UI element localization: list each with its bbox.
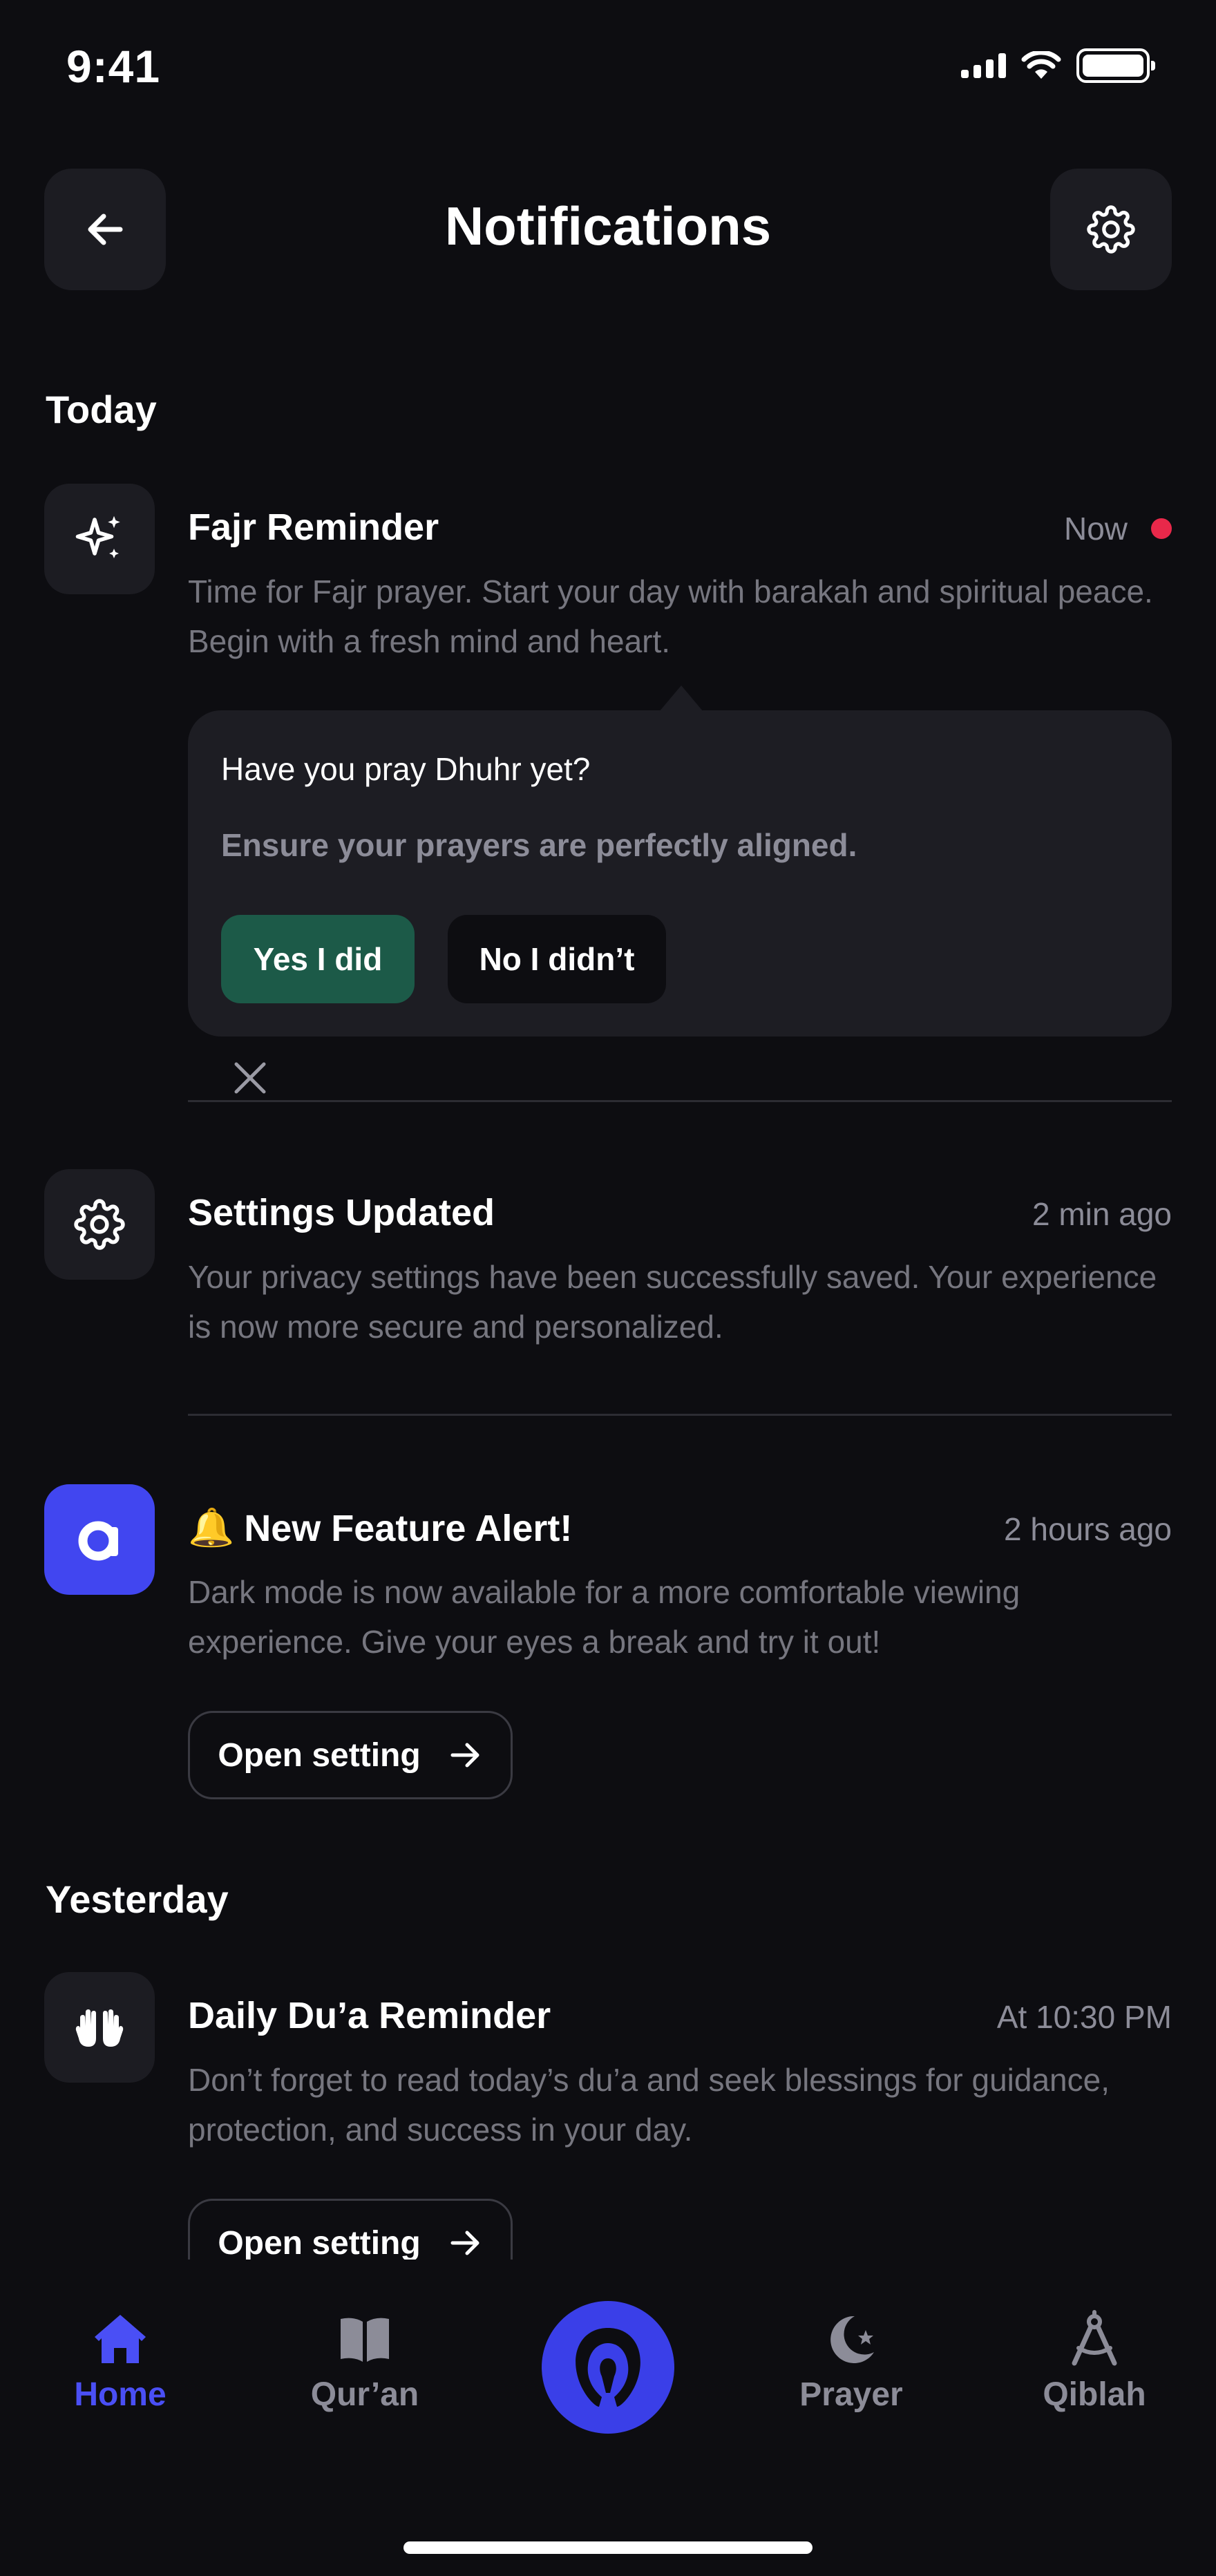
notification-time: Now xyxy=(1063,511,1128,547)
popup-question: Have you pray Dhuhr yet? xyxy=(221,751,591,787)
yes-i-did-button[interactable]: Yes I did xyxy=(221,915,415,1003)
notification-settings-updated[interactable]: Settings Updated 2 min ago Your privacy … xyxy=(44,1169,1172,1363)
tab-label: Qiblah xyxy=(1043,2376,1146,2413)
tab-label: Home xyxy=(74,2376,167,2413)
tab-label: Prayer xyxy=(799,2376,903,2413)
status-bar: 9:41 xyxy=(0,0,1216,131)
notification-daily-dua-reminder[interactable]: Daily Du’a Reminder At 10:30 PM Don’t fo… xyxy=(44,1972,1172,2287)
cellular-signal-icon xyxy=(961,53,1006,78)
settings-button[interactable] xyxy=(1050,169,1172,290)
tab-label: Qur’an xyxy=(310,2376,419,2413)
gear-icon xyxy=(1087,205,1135,254)
unread-indicator-dot xyxy=(1151,518,1172,539)
notification-icon-box xyxy=(44,1972,155,2083)
divider xyxy=(188,1100,1172,1102)
bottom-tab-bar: Home Qur’an Prayer Qiblah xyxy=(0,2260,1216,2576)
tab-quran[interactable]: Qur’an xyxy=(289,2309,441,2414)
section-label-yesterday: Yesterday xyxy=(46,1877,229,1921)
notification-title: Settings Updated xyxy=(188,1192,495,1233)
battery-icon xyxy=(1076,48,1155,83)
crescent-star-icon xyxy=(830,2315,874,2363)
app-logo-icon xyxy=(576,2328,640,2407)
notification-body: Time for Fajr prayer. Start your day wit… xyxy=(188,574,1153,659)
notification-title: Daily Du’a Reminder xyxy=(188,1995,551,2036)
notification-title: Fajr Reminder xyxy=(188,506,439,548)
notification-icon-box xyxy=(44,1169,155,1280)
home-icon xyxy=(95,2315,146,2363)
app-logo-icon xyxy=(78,1521,118,1561)
notification-fajr-reminder[interactable]: Fajr Reminder Now Time for Fajr prayer. … xyxy=(44,484,1172,677)
page-title: Notifications xyxy=(444,196,772,256)
open-setting-button[interactable]: Open setting xyxy=(188,1711,513,1799)
notification-icon-box xyxy=(44,1484,155,1595)
notification-title: 🔔 New Feature Alert! xyxy=(188,1506,572,1550)
notification-title-text: New Feature Alert! xyxy=(244,1507,573,1549)
sparkles-icon xyxy=(75,515,120,558)
notification-body: Dark mode is now available for a more co… xyxy=(188,1574,1020,1660)
compass-icon xyxy=(1072,2310,1117,2366)
notification-time: 2 hours ago xyxy=(1004,1511,1172,1547)
book-icon xyxy=(341,2318,389,2362)
notification-body: Your privacy settings have been successf… xyxy=(188,1259,1157,1345)
status-icons xyxy=(961,48,1155,83)
home-indicator[interactable] xyxy=(403,2541,813,2554)
tab-qiblah[interactable]: Qiblah xyxy=(1018,2309,1170,2414)
tab-prayer[interactable]: Prayer xyxy=(775,2309,927,2414)
status-time: 9:41 xyxy=(66,41,161,92)
center-home-button[interactable] xyxy=(542,2301,674,2434)
gear-icon xyxy=(74,1199,125,1250)
praying-hands-icon xyxy=(75,2009,124,2047)
notification-icon-box xyxy=(44,484,155,594)
wifi-icon xyxy=(1021,51,1061,79)
notification-time: At 10:30 PM xyxy=(996,1999,1172,2035)
notification-time: 2 min ago xyxy=(1032,1196,1172,1232)
bell-emoji-icon: 🔔 xyxy=(188,1507,235,1549)
dismiss-button[interactable] xyxy=(222,1050,278,1106)
prayer-check-popup: Have you pray Dhuhr yet? Ensure your pra… xyxy=(188,685,1172,1036)
popup-pointer xyxy=(659,685,703,712)
open-setting-label: Open setting xyxy=(218,2224,421,2262)
notification-new-feature-alert[interactable]: 🔔 New Feature Alert! 2 hours ago Dark mo… xyxy=(44,1484,1172,1802)
arrow-right-icon xyxy=(450,1743,479,1768)
no-i-didnt-button[interactable]: No I didn’t xyxy=(448,915,666,1003)
divider xyxy=(188,1414,1172,1416)
notification-body: Don’t forget to read today’s du’a and se… xyxy=(188,2062,1110,2148)
popup-subtitle: Ensure your prayers are perfectly aligne… xyxy=(221,827,857,863)
open-setting-label: Open setting xyxy=(218,1736,421,1774)
tab-home[interactable]: Home xyxy=(44,2309,196,2414)
close-icon xyxy=(234,1062,266,1094)
section-label-today: Today xyxy=(46,388,157,431)
arrow-right-icon xyxy=(450,2231,479,2255)
